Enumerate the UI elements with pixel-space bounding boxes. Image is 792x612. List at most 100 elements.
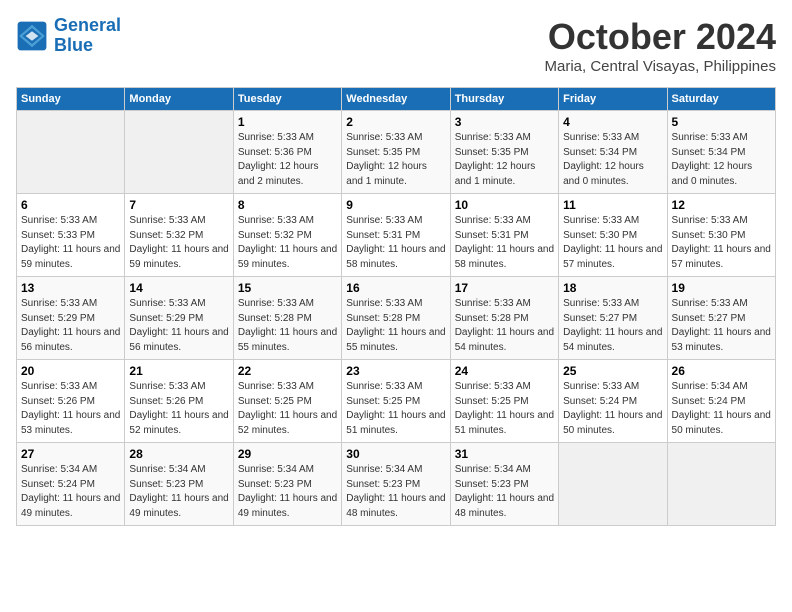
logo-text: General Blue: [54, 16, 121, 56]
weekday-header-tuesday: Tuesday: [233, 88, 341, 111]
calendar-week-5: 27Sunrise: 5:34 AMSunset: 5:24 PMDayligh…: [17, 443, 776, 526]
calendar-cell: 29 Sunrise: 5:34 AMSunset: 5:23 PMDayligh…: [233, 443, 341, 526]
day-number: 20: [21, 364, 120, 378]
calendar-cell: 11 Sunrise: 5:33 AMSunset: 5:30 PMDayligh…: [559, 194, 667, 277]
calendar-cell: 7 Sunrise: 5:33 AMSunset: 5:32 PMDaylight…: [125, 194, 233, 277]
day-detail: Sunrise: 5:33 AMSunset: 5:28 PMDaylight:…: [238, 297, 337, 355]
calendar-cell: 9Sunrise: 5:33 AMSunset: 5:31 PMDaylight…: [342, 194, 450, 277]
day-number: 31: [455, 447, 554, 461]
day-number: 28: [129, 447, 228, 461]
calendar-cell: 6Sunrise: 5:33 AMSunset: 5:33 PMDaylight…: [17, 194, 125, 277]
location-subtitle: Maria, Central Visayas, Philippines: [545, 58, 777, 75]
calendar-cell: 14Sunrise: 5:33 AMSunset: 5:29 PMDayligh…: [125, 277, 233, 360]
logo-general: General: [54, 15, 121, 35]
calendar-cell: 21Sunrise: 5:33 AMSunset: 5:26 PMDayligh…: [125, 360, 233, 443]
day-detail: Sunrise: 5:33 AMSunset: 5:27 PMDaylight:…: [563, 297, 662, 355]
day-detail: Sunrise: 5:33 AMSunset: 5:36 PMDaylight:…: [238, 131, 337, 189]
calendar-cell: 26Sunrise: 5:34 AMSunset: 5:24 PMDayligh…: [667, 360, 775, 443]
title-block: October 2024 Maria, Central Visayas, Phi…: [545, 16, 777, 75]
day-detail: Sunrise: 5:33 AMSunset: 5:31 PMDaylight:…: [455, 214, 554, 272]
day-number: 18: [563, 281, 662, 295]
calendar-week-1: 1Sunrise: 5:33 AMSunset: 5:36 PMDaylight…: [17, 111, 776, 194]
calendar-cell: 24 Sunrise: 5:33 AMSunset: 5:25 PMDayligh…: [450, 360, 558, 443]
calendar-cell: 15 Sunrise: 5:33 AMSunset: 5:28 PMDayligh…: [233, 277, 341, 360]
day-detail: Sunrise: 5:33 AMSunset: 5:24 PMDaylight:…: [563, 380, 662, 438]
day-number: 15: [238, 281, 337, 295]
day-number: 21: [129, 364, 228, 378]
calendar-cell: 5Sunrise: 5:33 AMSunset: 5:34 PMDaylight…: [667, 111, 775, 194]
calendar-cell: 31Sunrise: 5:34 AMSunset: 5:23 PMDayligh…: [450, 443, 558, 526]
day-detail: Sunrise: 5:33 AMSunset: 5:32 PMDaylight:…: [129, 214, 228, 272]
calendar-week-4: 20 Sunrise: 5:33 AMSunset: 5:26 PMDayligh…: [17, 360, 776, 443]
calendar-cell: 1Sunrise: 5:33 AMSunset: 5:36 PMDaylight…: [233, 111, 341, 194]
day-detail: Sunrise: 5:33 AMSunset: 5:34 PMDaylight:…: [563, 131, 662, 189]
day-number: 11: [563, 198, 662, 212]
calendar-cell: 8 Sunrise: 5:33 AMSunset: 5:32 PMDaylight…: [233, 194, 341, 277]
day-detail: Sunrise: 5:33 AMSunset: 5:35 PMDaylight:…: [455, 131, 554, 189]
day-detail: Sunrise: 5:33 AMSunset: 5:30 PMDaylight:…: [563, 214, 662, 272]
day-detail: Sunrise: 5:33 AMSunset: 5:34 PMDaylight:…: [672, 131, 771, 189]
calendar-cell: [17, 111, 125, 194]
day-detail: Sunrise: 5:33 AMSunset: 5:30 PMDaylight:…: [672, 214, 771, 272]
weekday-header-sunday: Sunday: [17, 88, 125, 111]
day-detail: Sunrise: 5:33 AMSunset: 5:25 PMDaylight:…: [455, 380, 554, 438]
calendar-cell: 18 Sunrise: 5:33 AMSunset: 5:27 PMDayligh…: [559, 277, 667, 360]
month-title: October 2024: [545, 16, 777, 58]
logo: General Blue: [16, 16, 121, 56]
calendar-cell: 25 Sunrise: 5:33 AMSunset: 5:24 PMDayligh…: [559, 360, 667, 443]
day-detail: Sunrise: 5:33 AMSunset: 5:29 PMDaylight:…: [21, 297, 120, 355]
logo-icon: [16, 20, 48, 52]
calendar-cell: 16Sunrise: 5:33 AMSunset: 5:28 PMDayligh…: [342, 277, 450, 360]
calendar-cell: 4 Sunrise: 5:33 AMSunset: 5:34 PMDaylight…: [559, 111, 667, 194]
calendar-cell: [667, 443, 775, 526]
day-number: 23: [346, 364, 445, 378]
calendar-table: SundayMondayTuesdayWednesdayThursdayFrid…: [16, 87, 776, 526]
logo-blue: Blue: [54, 35, 93, 55]
calendar-cell: 22Sunrise: 5:33 AMSunset: 5:25 PMDayligh…: [233, 360, 341, 443]
page-header: General Blue October 2024 Maria, Central…: [16, 16, 776, 75]
calendar-cell: 27Sunrise: 5:34 AMSunset: 5:24 PMDayligh…: [17, 443, 125, 526]
day-detail: Sunrise: 5:33 AMSunset: 5:25 PMDaylight:…: [346, 380, 445, 438]
calendar-cell: [559, 443, 667, 526]
day-detail: Sunrise: 5:33 AMSunset: 5:28 PMDaylight:…: [455, 297, 554, 355]
day-number: 6: [21, 198, 120, 212]
day-number: 24: [455, 364, 554, 378]
weekday-header-wednesday: Wednesday: [342, 88, 450, 111]
day-number: 2: [346, 115, 445, 129]
day-number: 9: [346, 198, 445, 212]
day-detail: Sunrise: 5:33 AMSunset: 5:32 PMDaylight:…: [238, 214, 337, 272]
day-number: 19: [672, 281, 771, 295]
day-detail: Sunrise: 5:33 AMSunset: 5:26 PMDaylight:…: [21, 380, 120, 438]
weekday-header-row: SundayMondayTuesdayWednesdayThursdayFrid…: [17, 88, 776, 111]
day-number: 4: [563, 115, 662, 129]
calendar-cell: 20 Sunrise: 5:33 AMSunset: 5:26 PMDayligh…: [17, 360, 125, 443]
calendar-cell: 10 Sunrise: 5:33 AMSunset: 5:31 PMDayligh…: [450, 194, 558, 277]
weekday-header-saturday: Saturday: [667, 88, 775, 111]
calendar-cell: 28 Sunrise: 5:34 AMSunset: 5:23 PMDayligh…: [125, 443, 233, 526]
day-number: 8: [238, 198, 337, 212]
day-detail: Sunrise: 5:34 AMSunset: 5:23 PMDaylight:…: [129, 463, 228, 521]
day-number: 7: [129, 198, 228, 212]
calendar-week-2: 6Sunrise: 5:33 AMSunset: 5:33 PMDaylight…: [17, 194, 776, 277]
calendar-cell: 19 Sunrise: 5:33 AMSunset: 5:27 PMDayligh…: [667, 277, 775, 360]
calendar-cell: 12 Sunrise: 5:33 AMSunset: 5:30 PMDayligh…: [667, 194, 775, 277]
day-number: 12: [672, 198, 771, 212]
calendar-cell: 13 Sunrise: 5:33 AMSunset: 5:29 PMDayligh…: [17, 277, 125, 360]
day-number: 10: [455, 198, 554, 212]
day-detail: Sunrise: 5:34 AMSunset: 5:23 PMDaylight:…: [238, 463, 337, 521]
calendar-cell: 30 Sunrise: 5:34 AMSunset: 5:23 PMDayligh…: [342, 443, 450, 526]
day-detail: Sunrise: 5:33 AMSunset: 5:27 PMDaylight:…: [672, 297, 771, 355]
day-number: 29: [238, 447, 337, 461]
weekday-header-friday: Friday: [559, 88, 667, 111]
day-detail: Sunrise: 5:33 AMSunset: 5:35 PMDaylight:…: [346, 131, 445, 189]
calendar-cell: 2 Sunrise: 5:33 AMSunset: 5:35 PMDaylight…: [342, 111, 450, 194]
day-number: 13: [21, 281, 120, 295]
day-number: 25: [563, 364, 662, 378]
day-number: 16: [346, 281, 445, 295]
day-number: 22: [238, 364, 337, 378]
calendar-week-3: 13 Sunrise: 5:33 AMSunset: 5:29 PMDayligh…: [17, 277, 776, 360]
day-detail: Sunrise: 5:33 AMSunset: 5:29 PMDaylight:…: [129, 297, 228, 355]
day-number: 30: [346, 447, 445, 461]
day-number: 27: [21, 447, 120, 461]
day-detail: Sunrise: 5:34 AMSunset: 5:23 PMDaylight:…: [346, 463, 445, 521]
